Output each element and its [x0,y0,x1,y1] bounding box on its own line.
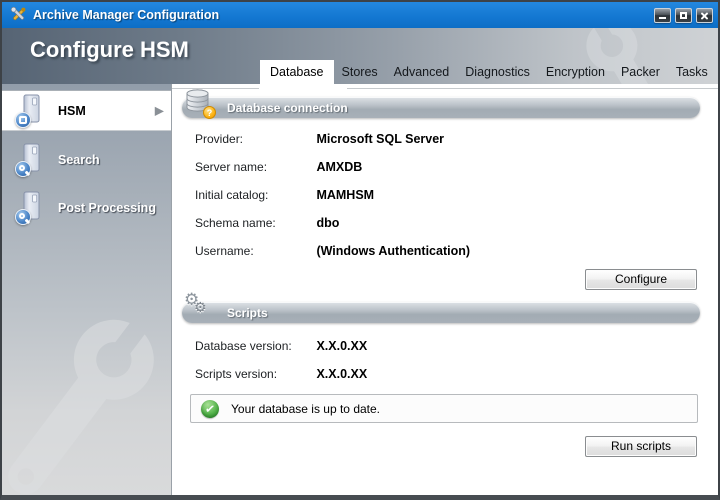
page-header: Configure HSM Database Stores Advanced D… [2,28,718,84]
field-database-version: Database version: X.X.0.XX [195,337,367,355]
tab-underline [172,88,718,89]
search-server-icon [17,143,51,176]
sidebar-item-label: Search [58,153,100,167]
tab-advanced[interactable]: Advanced [386,60,458,84]
search-icon [15,161,31,177]
minimize-button[interactable] [654,8,671,23]
sidebar-item-hsm[interactable]: HSM ▶ [2,90,172,131]
wrench-watermark-icon [2,285,172,495]
page-title: Configure HSM [30,37,189,63]
tab-tasks[interactable]: Tasks [668,60,716,84]
gears-icon: ⚙ ⚙ [184,292,214,324]
tab-encryption[interactable]: Encryption [538,60,613,84]
sidebar: HSM ▶ Search Post Processing [2,84,172,495]
run-scripts-button[interactable]: Run scripts [585,436,697,457]
post-processing-server-icon [17,191,51,224]
success-check-icon: ✓ [200,398,220,418]
tab-packer[interactable]: Packer [613,60,668,84]
field-server-name: Server name: AMXDB [195,158,362,176]
configure-button[interactable]: Configure [585,269,697,290]
window-title: Archive Manager Configuration [33,8,219,22]
title-bar[interactable]: Archive Manager Configuration [2,2,718,28]
maximize-icon [680,12,687,19]
sidebar-item-post-processing[interactable]: Post Processing [2,189,172,226]
database-icon: ? [184,87,214,119]
sidebar-item-search[interactable]: Search [2,141,172,178]
maximize-button[interactable] [675,8,692,23]
tab-bar: Database Stores Advanced Diagnostics Enc… [260,60,716,84]
field-schema-name: Schema name: dbo [195,214,339,232]
close-button[interactable] [696,8,713,23]
window-controls [654,8,713,23]
field-initial-catalog: Initial catalog: MAMHSM [195,186,374,204]
main-panel: Database connection ? Provider: Microsof… [172,84,718,495]
sidebar-item-label: HSM [58,104,86,118]
field-scripts-version: Scripts version: X.X.0.XX [195,365,367,383]
field-username: Username: (Windows Authentication) [195,242,470,260]
sidebar-item-label: Post Processing [58,201,156,215]
hsm-badge-icon [15,112,31,128]
database-connection-header: Database connection [182,97,700,118]
status-message-box: ✓ Your database is up to date. [190,394,698,423]
tab-diagnostics[interactable]: Diagnostics [457,60,538,84]
field-provider: Provider: Microsoft SQL Server [195,130,444,148]
minimize-icon [659,17,666,19]
search-icon [15,209,31,225]
status-message: Your database is up to date. [231,402,380,416]
tools-icon [10,6,27,23]
hsm-server-icon [17,94,51,127]
selected-arrow-icon: ▶ [155,103,164,117]
tab-database[interactable]: Database [260,60,334,84]
archive-manager-window: Archive Manager Configuration Configure … [0,0,720,500]
section-title: Database connection [227,101,348,115]
question-badge-icon: ? [203,106,216,119]
tab-stores[interactable]: Stores [334,60,386,84]
section-title: Scripts [227,306,268,320]
scripts-header: Scripts [182,302,700,323]
